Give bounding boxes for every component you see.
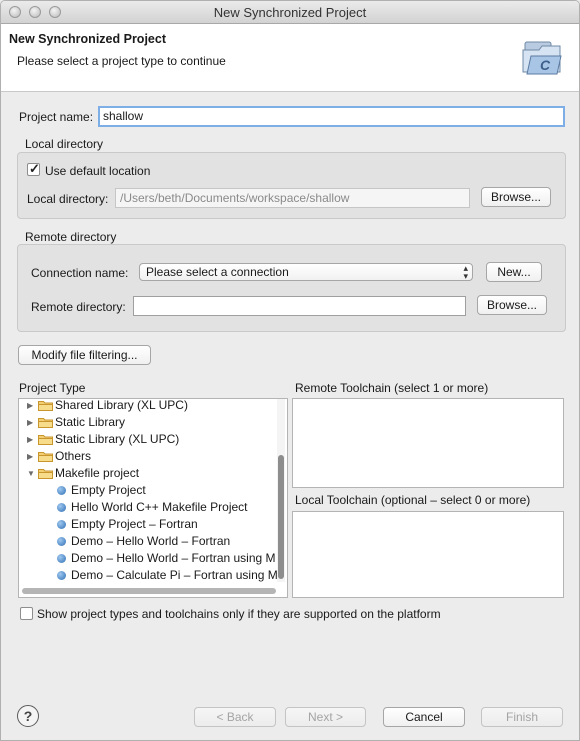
use-default-location-label: Use default location: [45, 164, 151, 178]
banner-subtitle: Please select a project type to continue: [17, 54, 226, 68]
tree-item-row[interactable]: Hello World C++ Makefile Project: [19, 499, 277, 516]
folder-icon: [38, 469, 53, 479]
folder-icon: [38, 401, 53, 411]
close-window-button[interactable]: [9, 6, 21, 18]
collapsed-triangle-icon[interactable]: ▶: [27, 418, 33, 427]
collapsed-triangle-icon[interactable]: ▶: [27, 452, 33, 461]
local-directory-label: Local directory:: [27, 192, 109, 206]
tree-folder-row[interactable]: ▶ Others: [19, 448, 277, 465]
use-default-location-checkbox[interactable]: [27, 161, 40, 177]
c-project-folder-icon: C: [522, 41, 562, 75]
collapsed-triangle-icon[interactable]: ▶: [27, 401, 33, 410]
tree-row-label: Hello World C++ Makefile Project: [71, 500, 248, 514]
folder-icon: [38, 452, 53, 462]
project-template-icon: [57, 520, 66, 529]
wizard-banner: New Synchronized Project Please select a…: [1, 24, 579, 92]
remote-toolchain-list[interactable]: [292, 398, 564, 488]
project-template-icon: [57, 503, 66, 512]
help-icon[interactable]: ?: [17, 705, 39, 727]
tree-row-label: Demo – Hello World – Fortran using M: [71, 551, 276, 565]
modify-file-filtering-button[interactable]: Modify file filtering...: [18, 345, 151, 365]
tree-row-label: Static Library: [55, 415, 126, 429]
remote-directory-label: Remote directory:: [31, 300, 126, 314]
tree-row-label: Others: [55, 449, 92, 463]
tree-row-label: Shared Library (XL UPC): [55, 398, 188, 412]
tree-item-row[interactable]: Demo – Hello World – Fortran: [19, 533, 277, 550]
tree-row-label: Empty Project – Fortran: [71, 517, 198, 531]
tree-item-row[interactable]: Empty Project – Fortran: [19, 516, 277, 533]
connection-name-select[interactable]: Please select a connection ▴ ▾: [139, 263, 473, 281]
next-button[interactable]: Next >: [285, 707, 366, 727]
banner-title: New Synchronized Project: [9, 32, 166, 46]
tree-row-label: Demo – Calculate Pi – Fortran using M: [71, 568, 278, 582]
new-connection-button[interactable]: New...: [486, 262, 542, 282]
tree-item-row[interactable]: Demo – Calculate Pi – Fortran using M: [19, 567, 278, 584]
show-supported-label: Show project types and toolchains only i…: [37, 607, 441, 621]
project-name-input[interactable]: shallow: [98, 106, 565, 127]
tree-folder-row[interactable]: ▶ Shared Library (XL UPC): [19, 398, 277, 414]
tree-row-label: Demo – Hello World – Fortran: [71, 534, 231, 548]
expanded-triangle-icon[interactable]: ▼: [27, 469, 35, 478]
remote-browse-button[interactable]: Browse...: [477, 295, 547, 315]
window-title: New Synchronized Project: [213, 5, 367, 20]
tree-row-label: Empty Project: [71, 483, 146, 497]
svg-text:C: C: [540, 57, 551, 73]
minimize-window-button[interactable]: [29, 6, 41, 18]
select-arrows-icon: ▴ ▾: [463, 263, 468, 281]
local-directory-group: [17, 152, 566, 219]
remote-directory-group-label: Remote directory: [25, 230, 117, 244]
remote-toolchain-label: Remote Toolchain (select 1 or more): [295, 381, 489, 395]
local-browse-button[interactable]: Browse...: [481, 187, 551, 207]
project-template-icon: [57, 571, 66, 580]
project-type-tree[interactable]: ▶ Shared Library (XL UPC) ▶ Static Library ▶…: [18, 398, 288, 598]
local-directory-group-label: Local directory: [25, 137, 104, 151]
project-template-icon: [57, 554, 66, 563]
local-directory-input[interactable]: /Users/beth/Documents/workspace/shallow: [115, 188, 470, 208]
collapsed-triangle-icon[interactable]: ▶: [27, 435, 33, 444]
tree-folder-row[interactable]: ▶ Static Library (XL UPC): [19, 431, 277, 448]
remote-directory-input[interactable]: [133, 296, 466, 316]
tree-row-label: Static Library (XL UPC): [55, 432, 180, 446]
finish-button[interactable]: Finish: [481, 707, 563, 727]
tree-vertical-scrollbar[interactable]: [277, 399, 285, 582]
project-type-label: Project Type: [19, 381, 86, 395]
connection-name-value: Please select a connection: [146, 265, 289, 279]
local-toolchain-label: Local Toolchain (optional – select 0 or …: [295, 493, 531, 507]
dialog-window: New Synchronized Project New Synchronize…: [0, 0, 580, 741]
tree-horizontal-scroll-thumb[interactable]: [22, 588, 276, 594]
tree-item-row[interactable]: Demo – Hello World – Fortran using M: [19, 550, 277, 567]
title-bar: New Synchronized Project: [1, 1, 579, 24]
project-template-icon: [57, 537, 66, 546]
tree-folder-row[interactable]: ▼ Makefile project: [19, 465, 277, 482]
project-name-label: Project name:: [19, 110, 94, 124]
remote-directory-group: [17, 244, 566, 332]
local-toolchain-list[interactable]: [292, 511, 564, 598]
show-supported-checkbox[interactable]: [20, 607, 33, 620]
back-button[interactable]: < Back: [194, 707, 276, 727]
project-template-icon: [57, 486, 66, 495]
tree-vertical-scroll-thumb[interactable]: [278, 455, 284, 579]
tree-row-label: Makefile project: [55, 466, 140, 480]
connection-name-label: Connection name:: [31, 266, 129, 280]
tree-folder-row[interactable]: ▶ Static Library: [19, 414, 277, 431]
zoom-window-button[interactable]: [49, 6, 61, 18]
cancel-button[interactable]: Cancel: [383, 707, 465, 727]
folder-icon: [38, 435, 53, 445]
folder-icon: [38, 418, 53, 428]
tree-item-row[interactable]: Empty Project: [19, 482, 277, 499]
